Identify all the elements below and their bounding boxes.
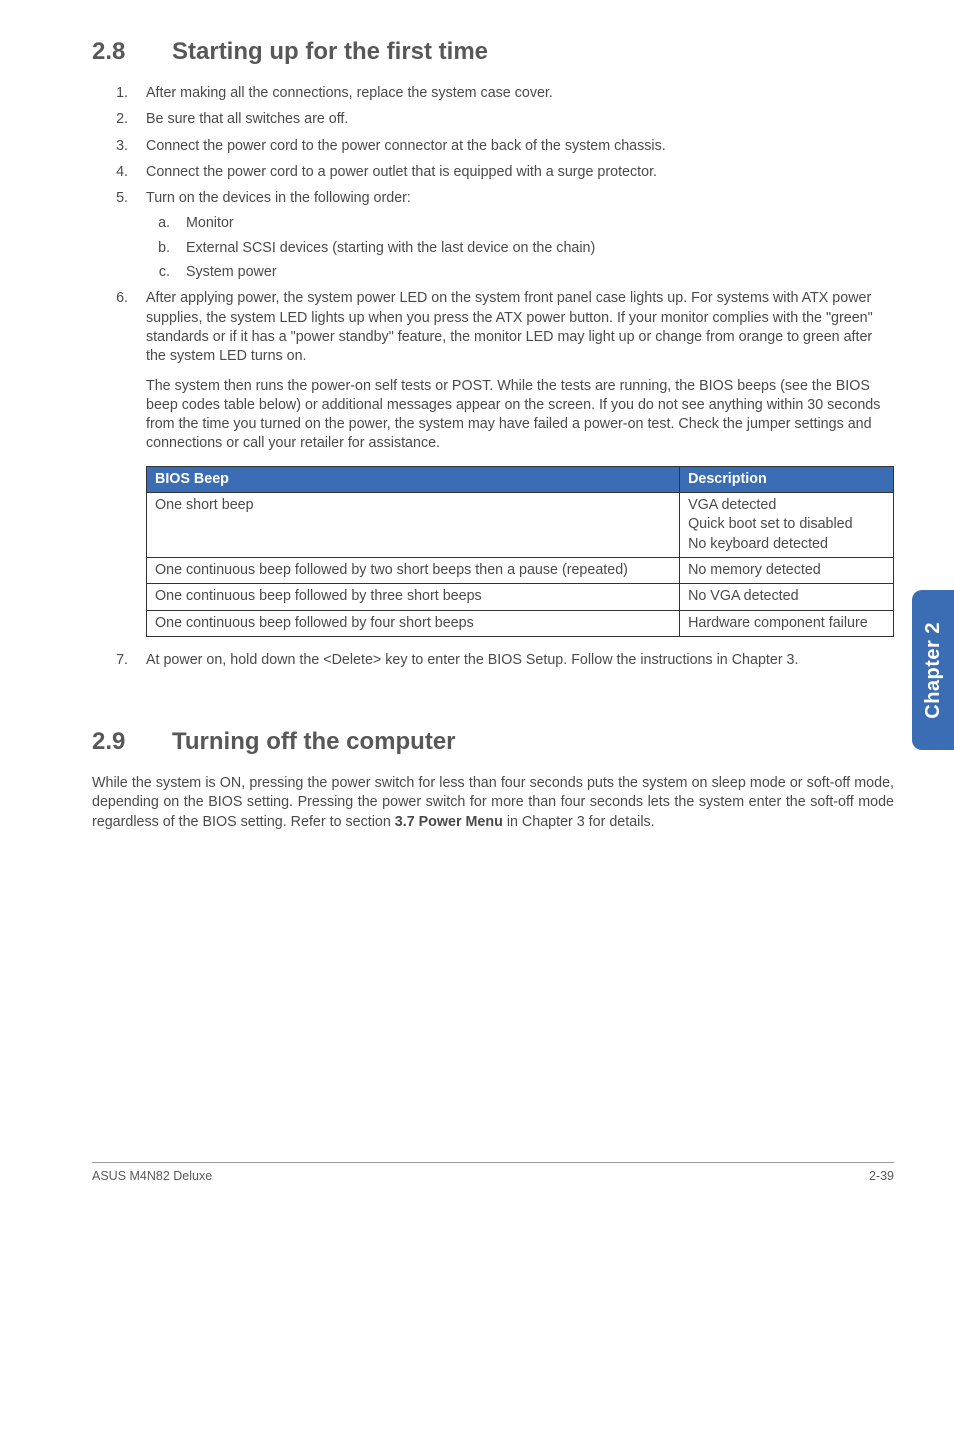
bios-beep-table: BIOS Beep Description One short beep VGA… <box>146 466 894 637</box>
section-2-8-number: 2.8 <box>92 38 172 66</box>
table-cell-beep: One short beep <box>147 493 680 558</box>
table-cell-desc: No memory detected <box>680 557 894 583</box>
table-cell-beep: One continuous beep followed by four sho… <box>147 610 680 636</box>
footer-left: ASUS M4N82 Deluxe <box>92 1169 212 1183</box>
step-item: After making all the connections, replac… <box>132 84 894 103</box>
chapter-side-tab: Chapter 2 <box>912 590 954 750</box>
table-row: One continuous beep followed by four sho… <box>147 610 894 636</box>
section-2-9-number: 2.9 <box>92 728 172 756</box>
step-item: After applying power, the system power L… <box>132 289 894 636</box>
footer-right: 2-39 <box>869 1169 894 1183</box>
table-row: One short beep VGA detected Quick boot s… <box>147 493 894 558</box>
table-cell-beep: One continuous beep followed by two shor… <box>147 557 680 583</box>
step-item: At power on, hold down the <Delete> key … <box>132 651 894 670</box>
step-item: Connect the power cord to the power conn… <box>132 137 894 156</box>
section-2-9-heading: 2.9Turning off the computer <box>92 728 894 756</box>
table-row: One continuous beep followed by two shor… <box>147 557 894 583</box>
steps-list: After making all the connections, replac… <box>92 84 894 670</box>
section-2-8-heading: 2.8Starting up for the first time <box>92 38 894 66</box>
step-item: Connect the power cord to a power outlet… <box>132 163 894 182</box>
section-2-9-body: While the system is ON, pressing the pow… <box>92 774 894 832</box>
step-5-text: Turn on the devices in the following ord… <box>146 190 411 206</box>
table-head-desc: Description <box>680 466 894 492</box>
table-cell-desc: No VGA detected <box>680 584 894 610</box>
body-post: in Chapter 3 for details. <box>503 814 655 830</box>
sub-step-item: External SCSI devices (starting with the… <box>174 239 894 258</box>
step-item: Be sure that all switches are off. <box>132 110 894 129</box>
step-6-para-b: The system then runs the power-on self t… <box>146 377 894 454</box>
body-bold: 3.7 Power Menu <box>395 814 503 830</box>
table-head-beep: BIOS Beep <box>147 466 680 492</box>
table-cell-desc: VGA detected Quick boot set to disabled … <box>680 493 894 558</box>
section-2-9-title: Turning off the computer <box>172 728 456 755</box>
section-2-8-title: Starting up for the first time <box>172 38 488 65</box>
page-footer: ASUS M4N82 Deluxe 2-39 <box>92 1162 894 1183</box>
table-cell-beep: One continuous beep followed by three sh… <box>147 584 680 610</box>
table-row: One continuous beep followed by three sh… <box>147 584 894 610</box>
chapter-side-tab-label: Chapter 2 <box>922 622 945 719</box>
sub-step-item: System power <box>174 263 894 282</box>
sub-steps-list: Monitor External SCSI devices (starting … <box>146 214 894 282</box>
step-item: Turn on the devices in the following ord… <box>132 189 894 282</box>
table-cell-desc: Hardware component failure <box>680 610 894 636</box>
sub-step-item: Monitor <box>174 214 894 233</box>
step-6-text: After applying power, the system power L… <box>146 290 873 364</box>
